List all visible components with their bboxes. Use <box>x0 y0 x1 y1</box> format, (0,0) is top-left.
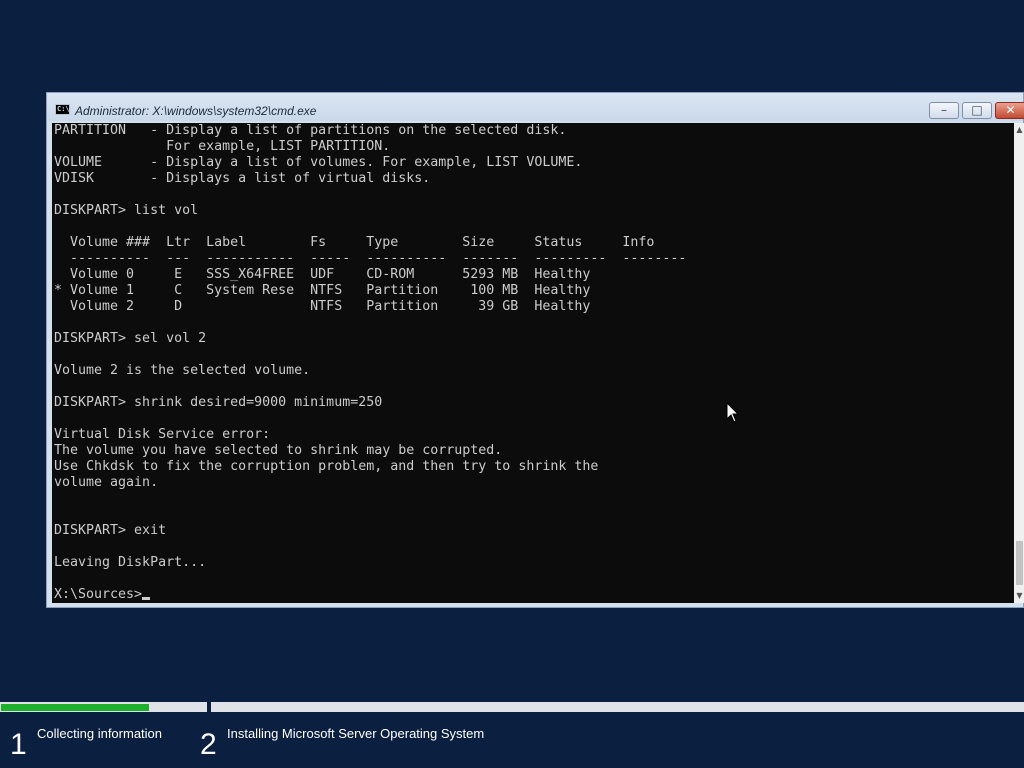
minimize-button[interactable]: – <box>929 102 959 119</box>
text-cursor <box>142 597 151 600</box>
console-line: VOLUME - Display a list of volumes. For … <box>54 155 583 170</box>
console-line: For example, LIST PARTITION. <box>54 139 391 154</box>
console-line: ---------- --- ----------- ----- -------… <box>54 251 687 266</box>
step-2-label: Installing Microsoft Server Operating Sy… <box>227 726 485 741</box>
console-line: Use Chkdsk to fix the corruption problem… <box>54 459 599 474</box>
console-prompt: X:\Sources> <box>54 587 143 602</box>
scroll-up-arrow-icon[interactable]: ▲ <box>1014 123 1024 137</box>
close-icon: ✕ <box>1005 103 1016 117</box>
vertical-scrollbar[interactable]: ▲ ▼ <box>1014 123 1024 603</box>
console-line: DISKPART> shrink desired=9000 minimum=25… <box>54 395 383 410</box>
progress-segment-2 <box>211 702 1024 712</box>
cmd-window[interactable]: C:\ Administrator: X:\windows\system32\c… <box>46 92 1024 608</box>
mouse-pointer-icon <box>726 402 740 423</box>
progress-fill-1 <box>1 704 149 711</box>
progress-segment-1 <box>0 702 207 712</box>
console-line: DISKPART> list vol <box>54 203 199 218</box>
console-line: PARTITION - Display a list of partitions… <box>54 123 567 138</box>
console-line: Volume ### Ltr Label Fs Type Size Status… <box>54 235 655 250</box>
console-line: DISKPART> exit <box>54 523 167 538</box>
step-2-number: 2 <box>200 728 217 761</box>
step-1-label: Collecting information <box>37 726 163 741</box>
console-output[interactable]: PARTITION - Display a list of partitions… <box>52 123 1014 603</box>
maximize-icon: □ <box>971 103 983 117</box>
title-bar[interactable]: C:\ Administrator: X:\windows\system32\c… <box>47 93 1024 121</box>
maximize-button[interactable]: □ <box>962 102 992 119</box>
scroll-down-arrow-icon[interactable]: ▼ <box>1014 589 1024 603</box>
console-line: volume again. <box>54 475 159 490</box>
console-line: The volume you have selected to shrink m… <box>54 443 503 458</box>
close-button[interactable]: ✕ <box>995 102 1024 119</box>
cmd-icon: C:\ <box>55 104 70 115</box>
console-line: Volume 2 D NTFS Partition 39 GB Healthy <box>54 299 591 314</box>
console-line: Virtual Disk Service error: <box>54 427 271 442</box>
console-line: Leaving DiskPart... <box>54 555 207 570</box>
window-title: Administrator: X:\windows\system32\cmd.e… <box>75 104 317 118</box>
console-line: VDISK - Displays a list of virtual disks… <box>54 171 431 186</box>
step-1-number: 1 <box>10 728 27 761</box>
scroll-thumb[interactable] <box>1016 541 1023 585</box>
setup-progress-bar <box>0 702 1024 712</box>
console-text: PARTITION - Display a list of partitions… <box>52 123 1014 603</box>
console-line: Volume 2 is the selected volume. <box>54 363 311 378</box>
console-line: DISKPART> sel vol 2 <box>54 331 207 346</box>
minimize-icon: – <box>941 103 947 117</box>
console-line: Volume 0 E SSS_X64FREE UDF CD-ROM 5293 M… <box>54 267 591 282</box>
console-line: * Volume 1 C System Rese NTFS Partition … <box>54 283 591 298</box>
